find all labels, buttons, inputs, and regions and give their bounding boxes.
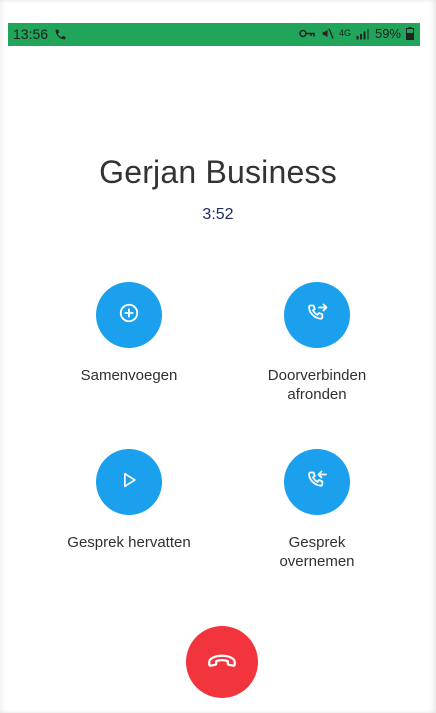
call-duration: 3:52 bbox=[202, 206, 234, 223]
call-screen: 13:56 4G 59% Gerjan Business 3:52 Samenv… bbox=[0, 0, 436, 713]
take-over-call-circle[interactable] bbox=[284, 449, 350, 515]
play-icon bbox=[119, 470, 139, 495]
battery-level: 59% bbox=[374, 26, 401, 41]
status-left: 13:56 bbox=[13, 26, 67, 42]
complete-transfer-label: Doorverbinden afronden bbox=[267, 367, 367, 403]
status-bar: 13:56 4G 59% bbox=[8, 23, 420, 46]
battery-icon bbox=[406, 27, 414, 40]
take-over-call-button[interactable]: Gesprek overnemen bbox=[232, 449, 402, 571]
resume-call-button[interactable]: Gesprek hervatten bbox=[44, 449, 214, 552]
merge-call-button[interactable]: Samenvoegen bbox=[44, 282, 214, 385]
status-right: 4G 59% bbox=[299, 26, 414, 41]
network-type-icon: 4G bbox=[338, 28, 351, 38]
phone-transfer-out-icon bbox=[305, 301, 329, 330]
mute-icon bbox=[321, 27, 334, 40]
complete-transfer-circle[interactable] bbox=[284, 282, 350, 348]
status-time: 13:56 bbox=[13, 26, 49, 42]
vpn-key-icon bbox=[299, 28, 316, 39]
phone-call-icon bbox=[54, 28, 67, 41]
contact-name: Gerjan Business bbox=[99, 154, 337, 190]
hang-up-icon bbox=[205, 643, 239, 682]
resume-call-circle[interactable] bbox=[96, 449, 162, 515]
phone-transfer-in-icon bbox=[305, 468, 329, 497]
merge-call-label: Samenvoegen bbox=[80, 367, 178, 384]
signal-icon bbox=[356, 28, 370, 40]
take-over-call-label: Gesprek overnemen bbox=[279, 534, 355, 570]
complete-transfer-button[interactable]: Doorverbinden afronden bbox=[232, 282, 402, 404]
plus-circle-icon bbox=[118, 302, 140, 329]
hang-up-button[interactable] bbox=[186, 626, 258, 698]
merge-call-circle[interactable] bbox=[96, 282, 162, 348]
resume-call-label: Gesprek hervatten bbox=[67, 534, 191, 551]
